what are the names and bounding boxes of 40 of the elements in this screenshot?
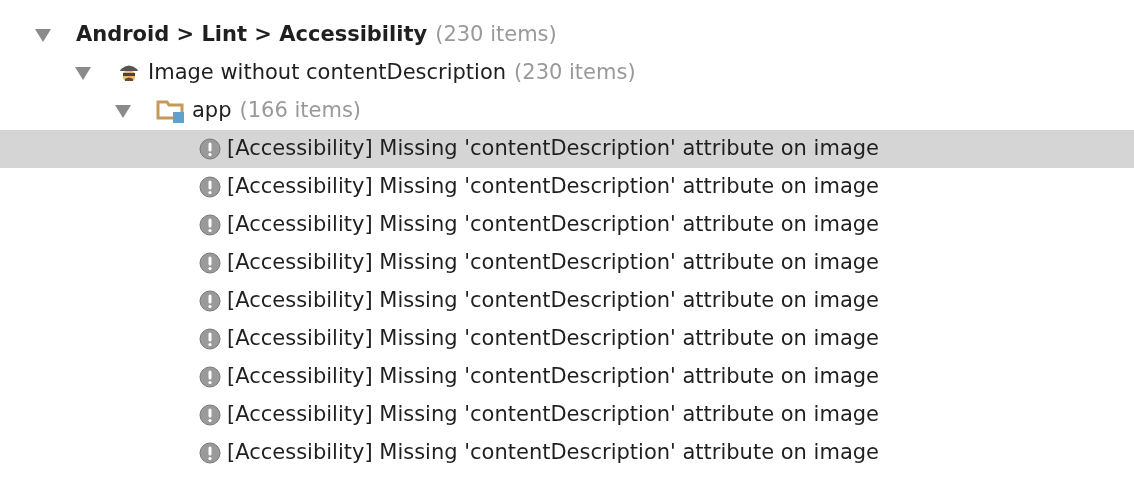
row-label: [Accessibility] Missing 'contentDescription' attribute on image [227, 439, 879, 467]
collapse-arrow-icon[interactable] [114, 103, 132, 119]
row-label: [Accessibility] Missing 'contentDescription' attribute on image [227, 249, 879, 277]
tree-row[interactable]: app (166 items) [0, 92, 1134, 130]
tree-row[interactable]: [Accessibility] Missing 'contentDescription' attribute on image [0, 434, 1134, 472]
collapse-arrow-icon[interactable] [74, 65, 92, 81]
item-count: (166 items) [239, 97, 362, 125]
row-label: app [192, 97, 232, 125]
row-label: Android > Lint > Accessibility [76, 21, 428, 49]
warning-icon [199, 176, 221, 198]
item-count: (230 items) [514, 59, 636, 87]
row-label: [Accessibility] Missing 'contentDescription' attribute on image [227, 135, 879, 163]
row-label: Image without contentDescription [148, 59, 507, 87]
tree-row[interactable]: [Accessibility] Missing 'contentDescription' attribute on image [0, 396, 1134, 434]
tree-row[interactable]: Image without contentDescription (230 items) [0, 54, 1134, 92]
tree-row[interactable]: Android > Lint > Accessibility (230 items) [0, 16, 1134, 54]
row-label: [Accessibility] Missing 'contentDescription' attribute on image [227, 325, 879, 353]
tree-row[interactable]: [Accessibility] Missing 'contentDescription' attribute on image [0, 282, 1134, 320]
tree-row[interactable]: [Accessibility] Missing 'contentDescription' attribute on image [0, 130, 1134, 168]
warning-icon [199, 252, 221, 274]
row-label: [Accessibility] Missing 'contentDescription' attribute on image [227, 287, 879, 315]
folder-icon [156, 98, 186, 124]
warning-icon [199, 328, 221, 350]
warning-icon [199, 214, 221, 236]
item-count: (230 items) [435, 21, 557, 49]
row-label: [Accessibility] Missing 'contentDescription' attribute on image [227, 363, 879, 391]
tree-row[interactable]: [Accessibility] Missing 'contentDescription' attribute on image [0, 244, 1134, 282]
warning-icon [199, 404, 221, 426]
tree-row[interactable]: [Accessibility] Missing 'contentDescription' attribute on image [0, 320, 1134, 358]
collapse-arrow-icon[interactable] [34, 27, 52, 43]
warning-icon [199, 366, 221, 388]
tree-row[interactable]: [Accessibility] Missing 'contentDescription' attribute on image [0, 358, 1134, 396]
warning-icon [199, 290, 221, 312]
row-label: [Accessibility] Missing 'contentDescription' attribute on image [227, 401, 879, 429]
row-label: [Accessibility] Missing 'contentDescription' attribute on image [227, 173, 879, 201]
row-label: [Accessibility] Missing 'contentDescription' attribute on image [227, 211, 879, 239]
warning-icon [199, 138, 221, 160]
warning-icon [199, 442, 221, 464]
tree-row[interactable]: [Accessibility] Missing 'contentDescription' attribute on image [0, 168, 1134, 206]
tree-row[interactable]: [Accessibility] Missing 'contentDescription' attribute on image [0, 206, 1134, 244]
